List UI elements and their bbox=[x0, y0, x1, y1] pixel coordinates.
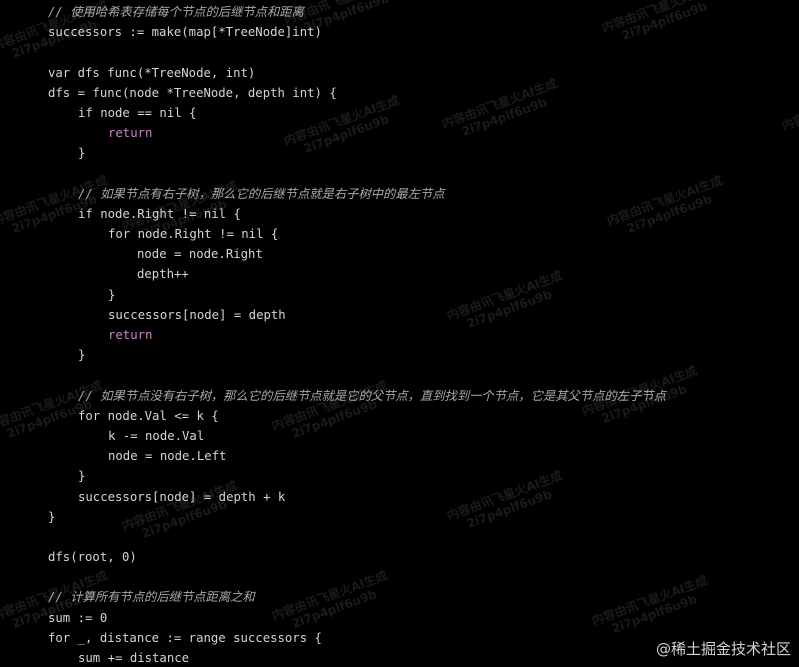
code-line: var dfs func(*TreeNode, int) bbox=[48, 63, 666, 83]
brand-watermark: @稀土掘金技术社区 bbox=[655, 640, 791, 658]
code-token: var dfs func(*TreeNode, int) bbox=[48, 65, 256, 80]
watermark-code: 2i7p4plf6u9b bbox=[785, 92, 799, 147]
code-line: // 计算所有节点的后继节点距离之和 bbox=[48, 587, 666, 607]
code-token: node = node.Right bbox=[137, 247, 263, 262]
code-token: return bbox=[108, 126, 153, 141]
code-token: } bbox=[78, 146, 86, 161]
code-comment: // 使用哈希表存储每个节点的后继节点和距离 bbox=[48, 5, 304, 19]
code-line: depth++ bbox=[48, 264, 666, 284]
code-editor: // 使用哈希表存储每个节点的后继节点和距离 successors := make… bbox=[0, 0, 799, 667]
code-token: dfs(root, 0) bbox=[48, 550, 137, 565]
code-line: // 使用哈希表存储每个节点的后继节点和距离 bbox=[48, 2, 666, 22]
code-line: return bbox=[48, 123, 666, 143]
code-line: // 如果节点没有右子树，那么它的后继节点就是它的父节点，直到找到一个节点，它是… bbox=[48, 386, 666, 406]
code-token: successors[node] = depth + k bbox=[78, 489, 286, 504]
code-token: sum += distance bbox=[78, 651, 190, 665]
code-token: k -= node.Val bbox=[108, 428, 205, 443]
code-token: successors := make(map[*TreeNode]int) bbox=[48, 25, 322, 40]
code-token: } bbox=[108, 287, 116, 302]
code-token: } bbox=[78, 348, 86, 363]
code-token: successors[node] = depth bbox=[108, 307, 286, 322]
code-token: depth++ bbox=[137, 267, 189, 282]
code-line: for node.Val <= k { bbox=[48, 406, 666, 426]
code-line: return bbox=[48, 325, 666, 345]
code-line: dfs(root, 0) bbox=[48, 547, 666, 567]
code-line: sum += distance bbox=[48, 648, 666, 667]
code-comment: // 如果节点有右子树，那么它的后继节点就是右子树中的最左节点 bbox=[78, 186, 445, 201]
code-line: k -= node.Val bbox=[48, 426, 666, 446]
code-token: for node.Val <= k { bbox=[78, 408, 219, 423]
code-token: } bbox=[48, 509, 56, 524]
code-line: successors := make(map[*TreeNode]int) bbox=[48, 22, 666, 42]
code-line: node = node.Left bbox=[48, 446, 666, 466]
code-line: if node == nil { bbox=[48, 103, 666, 123]
code-line: // 如果节点有右子树，那么它的后继节点就是右子树中的最左节点 bbox=[48, 184, 666, 204]
code-line: if node.Right != nil { bbox=[48, 204, 666, 224]
code-line: } bbox=[48, 466, 666, 486]
code-line: } bbox=[48, 285, 666, 305]
code-comment: // 如果节点没有右子树，那么它的后继节点就是它的父节点，直到找到一个节点，它是… bbox=[78, 388, 666, 403]
code-comment: // 计算所有节点的后继节点距离之和 bbox=[48, 590, 255, 605]
code-token: dfs = func(node *TreeNode, depth int) { bbox=[48, 85, 337, 100]
code-token: sum := 0 bbox=[48, 610, 108, 625]
code-token: return bbox=[108, 328, 153, 342]
code-token: if node.Right != nil { bbox=[78, 206, 241, 221]
ai-watermark: 内容由讯飞星火AI生成2i7p4plf6u9b bbox=[780, 78, 799, 146]
code-line: } bbox=[48, 143, 666, 163]
code-line: sum := 0 bbox=[48, 608, 666, 628]
code-line: } bbox=[48, 345, 666, 365]
code-token: node = node.Left bbox=[108, 449, 227, 464]
code-token: for node.Right != nil { bbox=[108, 227, 279, 242]
code-line: successors[node] = depth + k bbox=[48, 487, 666, 507]
code-line: node = node.Right bbox=[48, 244, 666, 264]
code-line: for _, distance := range successors { bbox=[48, 628, 666, 648]
code-line: for node.Right != nil { bbox=[48, 224, 666, 244]
code-token: } bbox=[78, 469, 86, 484]
code-token: for _, distance := range successors { bbox=[48, 630, 322, 645]
watermark-text: 内容由讯飞星火AI生成 bbox=[780, 78, 799, 134]
code-line: dfs = func(node *TreeNode, depth int) { bbox=[48, 83, 666, 103]
code-block: // 使用哈希表存储每个节点的后继节点和距离 successors := make… bbox=[48, 2, 666, 667]
code-line: successors[node] = depth bbox=[48, 305, 666, 325]
code-token: if node == nil { bbox=[78, 105, 197, 120]
code-line: } bbox=[48, 507, 666, 527]
